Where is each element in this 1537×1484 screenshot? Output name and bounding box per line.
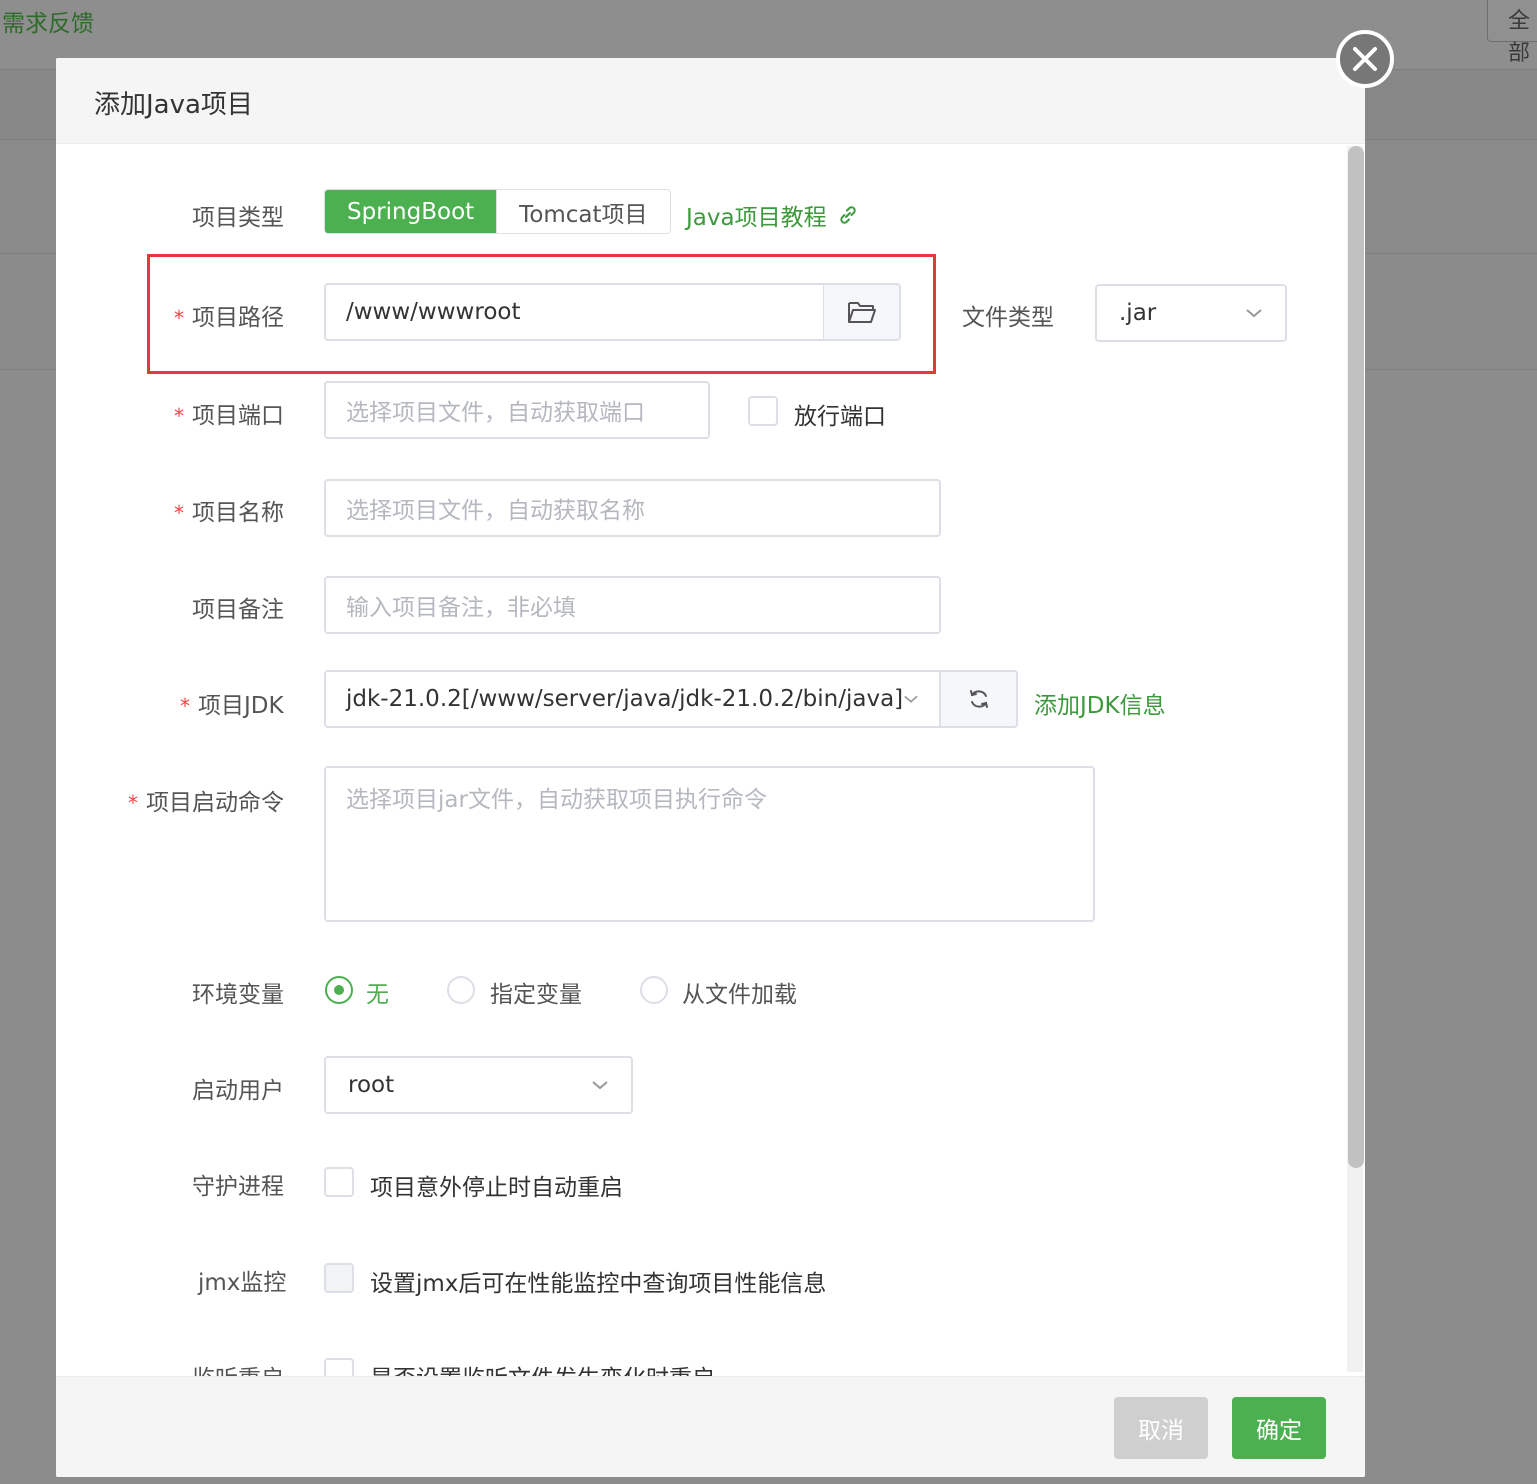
folder-icon <box>847 302 876 323</box>
close-icon <box>1353 47 1377 71</box>
chevron-down-icon <box>904 695 918 703</box>
start-user-select[interactable]: root <box>324 1056 633 1114</box>
env-vars-label: 环境变量 <box>192 982 284 1008</box>
project-path-label-text: 项目路径 <box>192 305 284 331</box>
jmx-label: jmx监控 <box>198 1270 287 1296</box>
close-button[interactable] <box>1336 30 1394 88</box>
watch-restart-label: 监听重启 <box>192 1359 284 1376</box>
project-remark-input[interactable]: 输入项目备注，非必填 <box>324 576 941 634</box>
daemon-text: 项目意外停止时自动重启 <box>370 1175 623 1201</box>
open-port-label: 放行端口 <box>794 404 886 430</box>
link-icon <box>839 206 856 224</box>
env-radio-none-label: 无 <box>366 982 389 1008</box>
jmx-text: 设置jmx后可在性能监控中查询项目性能信息 <box>370 1271 827 1297</box>
start-user-label: 启动用户 <box>192 1078 284 1104</box>
env-radio-file-label: 从文件加载 <box>682 982 797 1008</box>
required-mark: * <box>180 694 190 718</box>
required-mark: * <box>174 306 184 330</box>
file-type-label: 文件类型 <box>962 305 1054 331</box>
cancel-button[interactable]: 取消 <box>1114 1397 1208 1459</box>
dialog-title: 添加Java项目 <box>94 90 253 120</box>
env-radio-none[interactable] <box>325 976 353 1004</box>
tab-springboot[interactable]: SpringBoot <box>325 190 497 233</box>
project-name-input[interactable]: 选择项目文件，自动获取名称 <box>324 479 941 537</box>
refresh-icon <box>969 690 988 708</box>
dialog-header: 添加Java项目 <box>56 58 1365 144</box>
project-type-label: 项目类型 <box>192 205 284 231</box>
start-command-textarea[interactable]: 选择项目jar文件，自动获取项目执行命令 <box>324 766 1095 922</box>
project-type-switch: SpringBoot Tomcat项目 <box>324 189 671 234</box>
daemon-checkbox[interactable] <box>324 1167 354 1197</box>
dialog-body: 项目类型 SpringBoot Tomcat项目 Java项目教程 * 项目路径 … <box>56 144 1365 1376</box>
env-radio-specify[interactable] <box>447 976 475 1004</box>
start-command-label: * 项目启动命令 <box>128 783 284 817</box>
jmx-checkbox[interactable] <box>324 1263 354 1293</box>
bg-top-right-button[interactable]: 全部 <box>1487 0 1537 66</box>
scrollbar-thumb[interactable] <box>1348 146 1364 1168</box>
chevron-down-icon <box>1246 309 1262 318</box>
project-port-label: * 项目端口 <box>174 396 284 430</box>
project-path-input[interactable]: /www/wwwroot <box>324 283 823 341</box>
env-radio-file[interactable] <box>640 976 668 1004</box>
required-mark: * <box>174 404 184 428</box>
java-tutorial-link[interactable]: Java项目教程 <box>686 198 859 232</box>
project-port-label-text: 项目端口 <box>192 403 284 429</box>
tab-tomcat[interactable]: Tomcat项目 <box>496 190 670 233</box>
project-jdk-label: * 项目JDK <box>180 686 284 720</box>
daemon-label: 守护进程 <box>192 1174 284 1200</box>
project-name-label: * 项目名称 <box>174 493 284 527</box>
project-jdk-label-text: 项目JDK <box>198 693 284 719</box>
project-port-input[interactable]: 选择项目文件，自动获取端口 <box>324 381 710 439</box>
start-command-label-text: 项目启动命令 <box>146 790 284 816</box>
project-jdk-select[interactable]: jdk-21.0.2[/www/server/java/jdk-21.0.2/b… <box>324 670 941 728</box>
dialog-scrollbar[interactable] <box>1347 146 1364 1372</box>
start-user-value: root <box>348 1072 395 1098</box>
required-mark: * <box>174 501 184 525</box>
bg-top-right-button-label: 全部 <box>1508 9 1531 66</box>
watch-restart-text: 是否设置监听文件发生变化时重启 <box>370 1359 715 1376</box>
feedback-link[interactable]: 需求反馈 <box>2 4 94 38</box>
java-tutorial-link-text: Java项目教程 <box>686 205 827 231</box>
open-port-checkbox[interactable] <box>748 396 778 426</box>
watch-restart-checkbox[interactable] <box>324 1358 354 1376</box>
env-radio-specify-label: 指定变量 <box>490 982 582 1008</box>
required-mark: * <box>128 791 138 815</box>
file-type-select[interactable]: .jar <box>1095 284 1287 342</box>
confirm-button[interactable]: 确定 <box>1232 1397 1326 1459</box>
chevron-down-icon <box>592 1081 608 1090</box>
project-path-label: * 项目路径 <box>174 298 284 332</box>
add-jdk-link[interactable]: 添加JDK信息 <box>1034 686 1166 720</box>
browse-folder-button[interactable] <box>823 283 901 341</box>
file-type-value: .jar <box>1119 300 1157 326</box>
project-name-label-text: 项目名称 <box>192 500 284 526</box>
project-remark-label: 项目备注 <box>192 597 284 623</box>
add-java-project-dialog: 添加Java项目 项目类型 SpringBoot Tomcat项目 Java项目… <box>56 58 1365 1477</box>
dialog-footer: 取消 确定 <box>56 1376 1365 1477</box>
refresh-jdk-button[interactable] <box>940 670 1018 728</box>
project-jdk-value: jdk-21.0.2[/www/server/java/jdk-21.0.2/b… <box>346 686 904 712</box>
